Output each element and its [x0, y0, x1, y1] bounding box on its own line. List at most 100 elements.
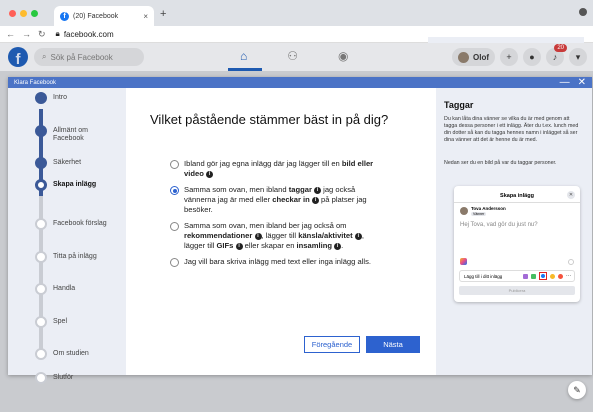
friends-icon[interactable]: ⚇: [287, 49, 298, 63]
answer-option[interactable]: Jag vill bara skriva inlägg med text ell…: [170, 257, 382, 267]
help-text-2: Nedan ser du en bild på var du taggar pe…: [444, 160, 557, 166]
option-text: Ibland gör jag egna inlägg där jag lägge…: [184, 159, 342, 168]
answer-option-text: Samma som ovan, men ibland ber jag också…: [184, 221, 382, 251]
previous-button[interactable]: Föregående: [304, 336, 360, 353]
option-text: .: [341, 241, 344, 250]
info-icon[interactable]: i: [205, 170, 213, 178]
sidebar-step-label: Slutför: [53, 374, 74, 381]
answer-option[interactable]: Samma som ovan, men ibland ber jag också…: [170, 221, 382, 251]
radio-button[interactable]: [170, 222, 179, 231]
messenger-icon[interactable]: ●: [523, 48, 541, 66]
info-icon[interactable]: i: [311, 196, 319, 204]
tab-menu-icon[interactable]: [579, 8, 587, 16]
tag-people-icon: [539, 272, 547, 280]
url-text[interactable]: facebook.com: [64, 30, 114, 39]
radio-button[interactable]: [170, 160, 179, 169]
answer-option-text: Ibland gör jag egna inlägg där jag lägge…: [184, 159, 382, 179]
info-icon[interactable]: i: [235, 242, 243, 250]
new-tab-button[interactable]: +: [160, 8, 166, 20]
next-button[interactable]: Nästa: [366, 336, 420, 353]
info-icon[interactable]: i: [254, 232, 262, 240]
card-privacy: Vänner: [471, 212, 487, 216]
answer-option[interactable]: Ibland gör jag egna inlägg där jag lägge…: [170, 159, 382, 179]
more-icon: ···: [566, 273, 571, 279]
step-node-icon: [35, 283, 47, 295]
card-divider: [454, 202, 580, 203]
profile-button[interactable]: Olof: [452, 48, 495, 66]
dialog-header: Klara Facebook — ✕: [8, 77, 592, 88]
radio-button[interactable]: [170, 258, 179, 267]
step-node-icon: [35, 125, 47, 137]
home-icon[interactable]: ⌂: [240, 49, 247, 63]
search-icon: ⌕: [42, 52, 47, 61]
facebook-logo-icon[interactable]: f: [8, 47, 28, 67]
option-text: Jag vill bara skriva inlägg med text ell…: [184, 257, 371, 266]
step-node-icon: [35, 251, 47, 263]
browser-window: f (20) Facebook × + ← → ↻ 🔒︎ facebook.co…: [0, 0, 593, 412]
option-keyword: taggar: [288, 185, 312, 194]
tab-close-icon[interactable]: ×: [143, 12, 148, 21]
close-window-icon[interactable]: [9, 10, 16, 17]
notification-badge: 20: [554, 44, 567, 52]
answer-options: Ibland gör jag egna inlägg där jag lägge…: [170, 159, 382, 273]
option-keyword: känsla/aktivitet: [298, 231, 353, 240]
option-text: eller skapar en: [242, 241, 297, 250]
facebook-top-bar: f ⌕ Sök på Facebook ⌂ ⚇ ◉ Olof + ● ♪ 20 …: [0, 43, 593, 71]
card-close-icon: ✕: [567, 191, 575, 199]
close-icon[interactable]: ✕: [578, 77, 586, 88]
option-keyword: rekommendationer: [184, 231, 253, 240]
guide-dialog: Klara Facebook — ✕ Intro Allmänt om Faceb…: [8, 77, 592, 384]
question-panel: Vilket påstående stämmer bäst in på dig?…: [126, 88, 436, 375]
create-plus-icon[interactable]: +: [500, 48, 518, 66]
check-in-icon: [558, 273, 563, 279]
tab-title: (20) Facebook: [73, 12, 119, 20]
sidebar-step-label: Säkerhet: [53, 159, 82, 166]
step-node-icon: [35, 157, 47, 169]
step-node-icon: [35, 218, 47, 230]
facebook-search-input[interactable]: ⌕ Sök på Facebook: [34, 48, 144, 66]
address-bar: ← → ↻ 🔒︎ facebook.com ☆ ✱ ⋮: [0, 26, 593, 324]
card-user-name: Tova Andersson: [471, 206, 506, 211]
progress-sidebar: Intro Allmänt om Facebook Säkerhet Skapa in…: [8, 88, 126, 384]
dialog-title: Klara Facebook: [14, 79, 57, 86]
help-title: Taggar: [444, 100, 474, 110]
info-icon[interactable]: i: [354, 232, 362, 240]
groups-icon[interactable]: ◉: [338, 49, 348, 63]
answer-option[interactable]: Samma som ovan, men ibland taggar i jag …: [170, 185, 382, 215]
avatar: [458, 51, 469, 63]
option-keyword: insamling: [296, 241, 332, 250]
live-video-icon: [523, 273, 528, 279]
info-icon[interactable]: i: [314, 186, 322, 194]
reload-icon[interactable]: ↻: [38, 29, 46, 40]
sidebar-step-label: Skapa inlägg: [53, 181, 97, 188]
forward-arrow-icon[interactable]: →: [22, 29, 31, 40]
card-add-label: Lägg till i ditt inlägg: [464, 273, 503, 279]
back-arrow-icon[interactable]: ←: [6, 29, 15, 40]
sidebar-step-label: Om studien: [53, 350, 89, 357]
search-placeholder: Sök på Facebook: [50, 52, 113, 62]
new-message-edit-icon[interactable]: ✎: [568, 381, 586, 399]
answer-option-text: Samma som ovan, men ibland taggar i jag …: [184, 185, 382, 215]
card-add-to-post: Lägg till i ditt inlägg ···: [459, 270, 575, 282]
notifications-bell-icon[interactable]: ♪ 20: [546, 44, 567, 66]
maximize-window-icon[interactable]: [31, 10, 38, 17]
minimize-window-icon[interactable]: [20, 10, 27, 17]
help-panel: Taggar Du kan låta dina vänner se vilka …: [436, 88, 592, 375]
sidebar-step-label: Facebook förslag: [53, 220, 107, 227]
sidebar-step-label: Spel: [53, 318, 68, 325]
sidebar-step-label: Intro: [53, 94, 68, 101]
card-placeholder: Hej Tova, vad gör du just nu?: [460, 222, 538, 228]
account-chevron-down-icon[interactable]: ▾: [569, 48, 587, 66]
step-node-icon: [35, 372, 47, 384]
smiley-icon: [568, 259, 574, 265]
step-node-icon: [35, 92, 47, 104]
color-palette-icon: [460, 258, 467, 265]
window-controls: [9, 10, 38, 17]
option-text: Samma som ovan, men ibland: [184, 185, 289, 194]
sidebar-step-label: Handla: [53, 285, 76, 292]
photo-icon: [531, 273, 536, 279]
radio-button[interactable]: [170, 186, 179, 195]
browser-tab[interactable]: f (20) Facebook ×: [54, 6, 154, 26]
minimize-icon[interactable]: —: [560, 77, 570, 88]
option-text: , lägger till: [261, 231, 299, 240]
